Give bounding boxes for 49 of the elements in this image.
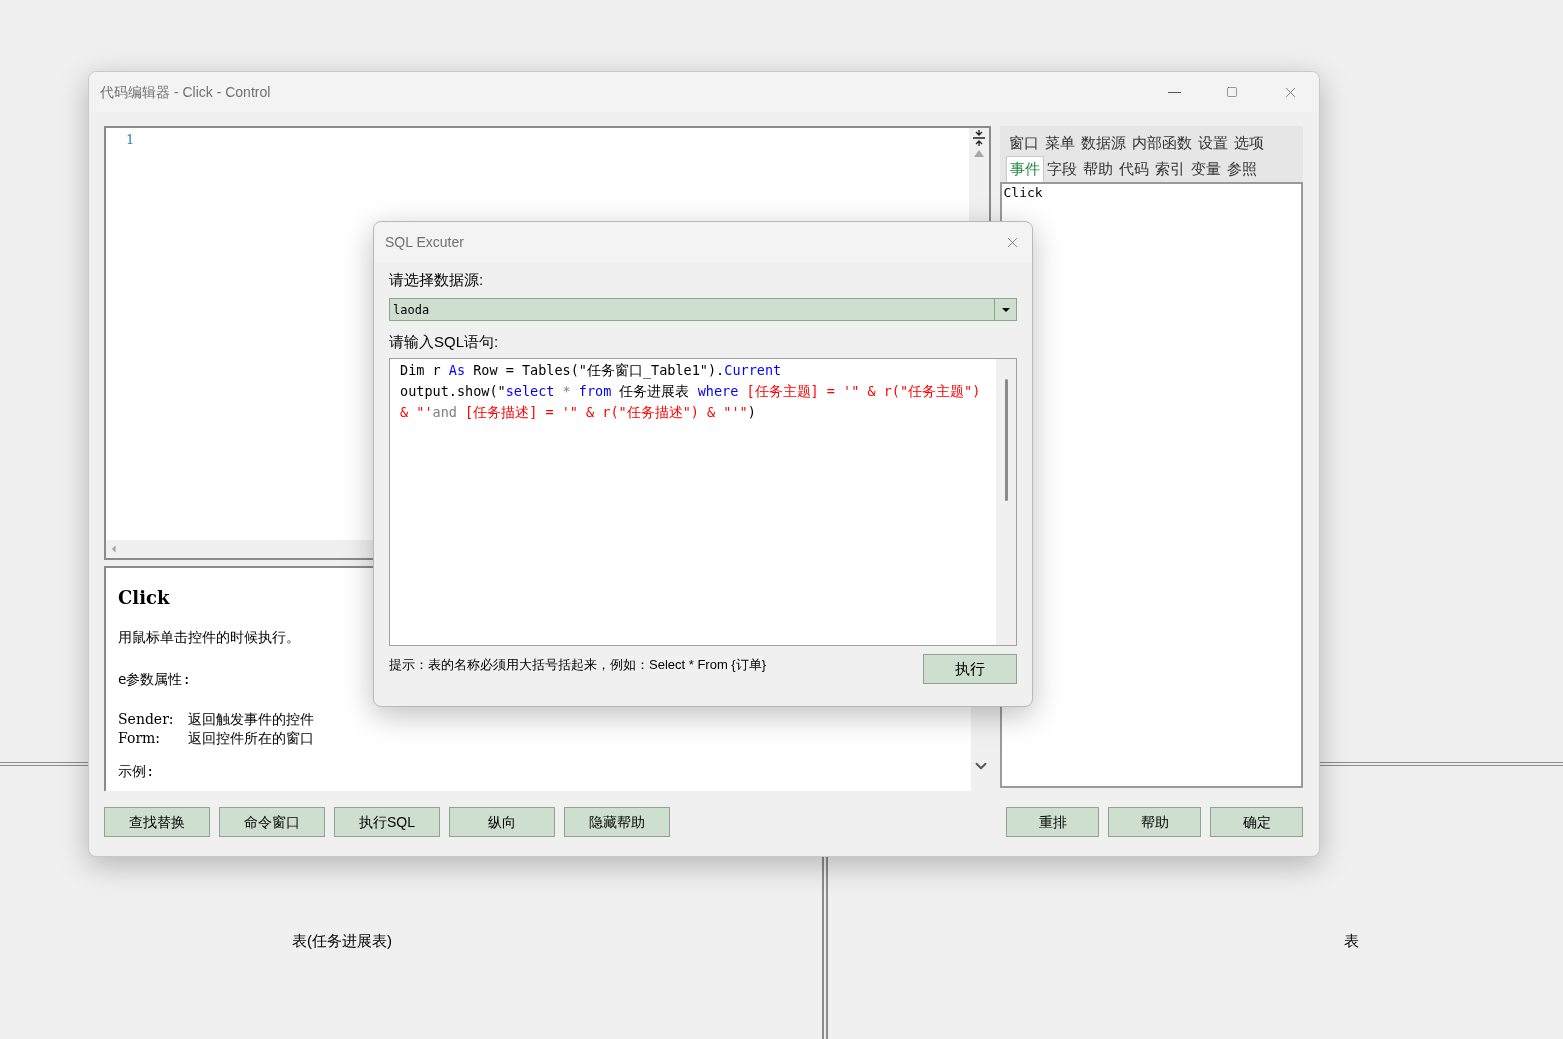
panel-tab[interactable]: 内部函数 [1128, 130, 1195, 156]
execute-button[interactable]: 执行 [923, 654, 1017, 684]
dropdown-arrow-icon [1001, 307, 1010, 312]
panel-tab[interactable]: 窗口 [1005, 130, 1042, 156]
toolbar-button[interactable]: 查找替换 [104, 807, 210, 837]
toolbar-button[interactable]: 隐藏帮助 [564, 807, 670, 837]
datasource-label: 请选择数据源: [389, 270, 485, 290]
param-description: 返回控件所在的窗口 [188, 729, 314, 748]
sql-input[interactable]: Dim r As Row = Tables("任务窗口_Table1").Current output.show("select * from 任务进展表 where [任务主题] = '" & r("任务主题") & "'and [任务描述] = '" & r("任务描述") & "'") [389, 358, 1017, 646]
table-label: 表(任务进展表) [292, 931, 392, 951]
hint-text: 提示：表的名称必须用大括号括起来，例如：Select * From {订单} [389, 656, 767, 674]
sql-label: 请输入SQL语句: [389, 332, 500, 352]
panel-tab[interactable]: 变量 [1187, 156, 1224, 182]
minimize-icon [1167, 91, 1181, 93]
event-list-item[interactable]: Click [1003, 184, 1301, 202]
help-description: 用鼠标单击控件的时候执行。 [118, 628, 301, 646]
toolbar-button[interactable]: 命令窗口 [219, 807, 325, 837]
panel-tab[interactable]: 代码 [1115, 156, 1152, 182]
toolbar-button[interactable]: 帮助 [1108, 807, 1201, 837]
param-name: Sender: [118, 710, 175, 729]
scrollbar-thumb[interactable] [1004, 379, 1008, 501]
maximize-icon [1226, 86, 1238, 98]
toolbar-button[interactable]: 确定 [1210, 807, 1303, 837]
param-description: 返回触发事件的控件 [188, 710, 314, 729]
param-name: Form: [118, 729, 162, 748]
code-line: Dim r As Row = Tables("任务窗口_Table1").Current [400, 361, 783, 381]
panel-tab[interactable]: 字段 [1043, 156, 1080, 182]
toolbar-button[interactable]: 纵向 [449, 807, 555, 837]
panel-tab[interactable]: 选项 [1230, 130, 1267, 156]
panel-tab[interactable]: 帮助 [1079, 156, 1116, 182]
window-title: 代码编辑器 - Click - Control [100, 82, 271, 102]
code-line: output.show("select * from 任务进展表 where [任务主题] = '" & r("任务主题") & "'and [任务描述] = '" & r("任务描述") & "'") [400, 382, 982, 422]
panel-tab[interactable]: 菜单 [1041, 130, 1078, 156]
table-label: 表 [1344, 931, 1359, 951]
panel-tab[interactable]: 参照 [1223, 156, 1260, 182]
scroll-up-icon [973, 150, 984, 157]
panel-tab[interactable]: 数据源 [1077, 130, 1129, 156]
line-number: 1 [126, 131, 136, 149]
split-icon [972, 130, 985, 146]
help-title: Click [118, 586, 171, 610]
panel-tab[interactable]: 设置 [1194, 130, 1231, 156]
panel-tab[interactable]: 事件 [1005, 156, 1044, 182]
datasource-dropdown[interactable]: laoda [389, 298, 1017, 321]
toolbar-button[interactable]: 重排 [1006, 807, 1099, 837]
panel-tab[interactable]: 索引 [1151, 156, 1188, 182]
help-example-label: 示例: [118, 762, 156, 780]
dialog-title: SQL Excuter [385, 232, 464, 252]
toolbar-button[interactable]: 执行SQL [334, 807, 440, 837]
help-section-label: e参数属性: [118, 670, 192, 688]
